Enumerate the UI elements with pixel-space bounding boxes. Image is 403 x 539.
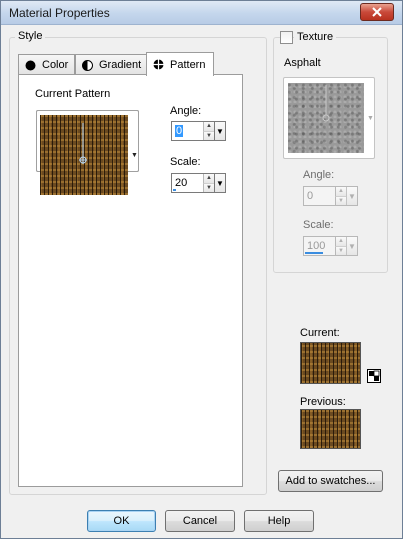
angle-up-icon: ▲ bbox=[203, 122, 214, 131]
current-pattern-label: Current Pattern bbox=[35, 88, 111, 100]
cancel-button[interactable]: Cancel bbox=[165, 510, 235, 532]
texture-dropdown-arrow-icon: ▼ bbox=[367, 115, 374, 122]
scale-spin-arrows[interactable]: ▲ ▼ bbox=[203, 174, 214, 192]
tab-gradient[interactable]: Gradient bbox=[75, 54, 147, 75]
current-material-swatch[interactable] bbox=[300, 342, 361, 384]
help-button[interactable]: Help bbox=[244, 510, 314, 532]
angle-stepper[interactable]: 0 ▲ ▼ ▼ bbox=[171, 121, 226, 141]
texture-checkbox[interactable] bbox=[280, 31, 293, 44]
material-properties-window: Material Properties Style Color Gradient… bbox=[0, 0, 403, 539]
angle-indicator-icon bbox=[79, 123, 87, 164]
swap-materials-icon bbox=[369, 370, 380, 381]
texture-angle-dropdown-button: ▼ bbox=[346, 187, 357, 205]
filled-circle-icon bbox=[25, 60, 36, 70]
close-button[interactable] bbox=[360, 3, 394, 21]
scale-dropdown-button[interactable]: ▼ bbox=[214, 174, 225, 192]
window-title: Material Properties bbox=[9, 6, 110, 20]
texture-angle-label: Angle: bbox=[303, 169, 335, 181]
texture-scale-spin-arrows: ▲ ▼ bbox=[335, 237, 346, 255]
ok-button[interactable]: OK bbox=[87, 510, 156, 532]
previous-swatch-label: Previous: bbox=[300, 396, 346, 408]
tab-pattern-label: Pattern bbox=[170, 58, 206, 71]
half-circle-icon bbox=[82, 59, 93, 71]
style-group-title: Style bbox=[15, 30, 46, 42]
scale-label: Scale: bbox=[170, 156, 201, 168]
texture-angle-stepper: 0 ▲ ▼ ▼ bbox=[303, 186, 358, 206]
swap-button[interactable] bbox=[367, 369, 381, 383]
tab-color[interactable]: Color bbox=[18, 54, 75, 75]
texture-scale-stepper: 100 ▲ ▼ ▼ bbox=[303, 236, 358, 256]
angle-spin-arrows[interactable]: ▲ ▼ bbox=[203, 122, 214, 140]
texture-name: Asphalt bbox=[284, 57, 321, 69]
tab-color-label: Color bbox=[42, 59, 69, 71]
scale-down-icon: ▼ bbox=[203, 182, 214, 192]
previous-material-swatch[interactable] bbox=[300, 409, 361, 449]
texture-scale-label: Scale: bbox=[303, 219, 334, 231]
scale-up-icon: ▲ bbox=[203, 174, 214, 183]
scale-level-bar bbox=[173, 189, 176, 191]
texture-angle-indicator-icon bbox=[322, 85, 330, 122]
texture-scale-dropdown-button: ▼ bbox=[346, 237, 357, 255]
texture-angle-spin-arrows: ▲ ▼ bbox=[335, 187, 346, 205]
angle-input[interactable]: 0 bbox=[172, 122, 203, 140]
angle-label: Angle: bbox=[170, 105, 202, 117]
close-icon bbox=[372, 7, 382, 17]
pattern-tab-panel: Current Pattern ▼ Angle: 0 ▲ ▼ ▼ Scale: 2… bbox=[18, 74, 243, 487]
pattern-dropdown-arrow-icon[interactable]: ▼ bbox=[131, 152, 138, 159]
angle-dropdown-button[interactable]: ▼ bbox=[214, 122, 225, 140]
tab-gradient-label: Gradient bbox=[99, 59, 142, 71]
angle-down-icon: ▼ bbox=[203, 130, 214, 140]
add-to-swatches-button[interactable]: Add to swatches... bbox=[278, 470, 383, 492]
texture-scale-level-bar bbox=[305, 252, 323, 254]
title-bar: Material Properties bbox=[1, 1, 402, 25]
current-swatch-label: Current: bbox=[300, 327, 340, 339]
texture-angle-input: 0 bbox=[307, 190, 314, 202]
scale-input[interactable]: 20 bbox=[172, 174, 203, 192]
texture-checkbox-label[interactable]: Texture bbox=[294, 31, 337, 43]
scale-stepper[interactable]: 20 ▲ ▼ ▼ bbox=[171, 173, 226, 193]
tab-pattern[interactable]: Pattern bbox=[146, 52, 214, 76]
pattern-icon bbox=[153, 59, 164, 70]
